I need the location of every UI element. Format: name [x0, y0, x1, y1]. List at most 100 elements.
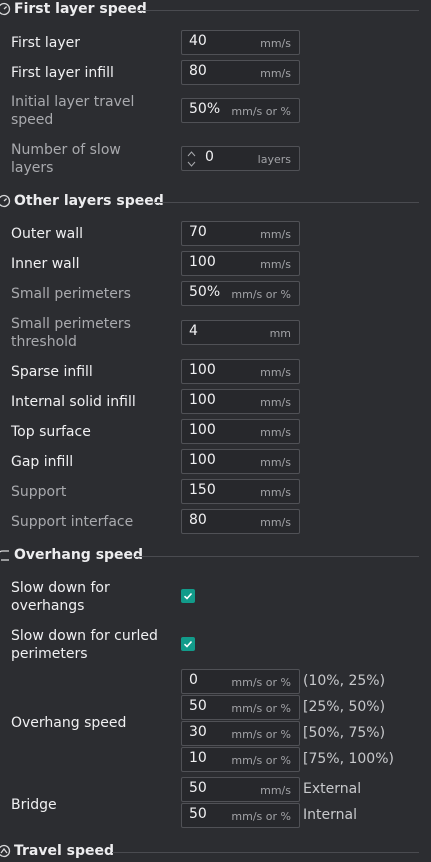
input-value: 70	[189, 224, 207, 240]
label-line-2: layers	[11, 160, 54, 176]
section-divider	[112, 852, 419, 853]
overhang-range-label-3: [50%, 75%)	[303, 725, 386, 741]
label-bridge: Bridge	[11, 797, 57, 813]
label-internal-solid-infill: Internal solid infill	[11, 394, 136, 410]
label-first-layer-infill: First layer infill	[11, 65, 114, 81]
section-header-travel-speed: Travel speed	[0, 842, 431, 862]
input-value: 150	[189, 482, 216, 498]
input-unit: mm/s	[260, 784, 291, 797]
input-value: 10	[189, 750, 207, 766]
label-slow-down-for-overhangs: Slow down for overhangs	[11, 579, 110, 615]
label-line-2: overhangs	[11, 598, 85, 614]
input-unit: mm/s or %	[231, 676, 291, 689]
input-unit: mm/s or %	[231, 702, 291, 715]
input-unit: mm/s or %	[231, 288, 291, 301]
checkmark-icon	[183, 640, 193, 648]
input-unit: mm/s	[260, 426, 291, 439]
input-unit: mm	[269, 327, 291, 340]
overhang-speed-input-4[interactable]: 10 mm/s or %	[181, 747, 300, 772]
overhang-speed-input-1[interactable]: 0 mm/s or %	[181, 669, 300, 694]
input-value: 30	[189, 724, 207, 740]
input-value: 50	[189, 780, 207, 796]
input-unit: mm/s or %	[231, 810, 291, 823]
input-unit: mm/s	[260, 37, 291, 50]
input-value: 50	[189, 698, 207, 714]
travel-speed-icon	[0, 844, 11, 858]
initial-layer-travel-speed-input[interactable]: 50% mm/s or %	[181, 98, 300, 123]
input-unit: mm/s	[260, 396, 291, 409]
label-line-2: perimeters	[11, 646, 88, 662]
speedometer-icon	[0, 2, 11, 16]
slow-down-overhangs-checkbox[interactable]	[181, 589, 195, 603]
inner-wall-speed-input[interactable]: 100 mm/s	[181, 251, 300, 276]
section-header-other-layers-speed: Other layers speed	[0, 192, 431, 212]
label-line-1: Small perimeters	[11, 316, 131, 332]
small-perimeters-threshold-input[interactable]: 4 mm	[181, 320, 300, 345]
bridge-internal-speed-input[interactable]: 50 mm/s or %	[181, 803, 300, 828]
gap-infill-speed-input[interactable]: 100 mm/s	[181, 449, 300, 474]
input-value: 50	[189, 806, 207, 822]
overhang-range-label-2: [25%, 50%)	[303, 699, 386, 715]
overhang-icon	[0, 550, 9, 561]
outer-wall-speed-input[interactable]: 70 mm/s	[181, 221, 300, 246]
input-unit: mm/s	[260, 228, 291, 241]
overhang-speed-input-2[interactable]: 50 mm/s or %	[181, 695, 300, 720]
input-unit: mm/s or %	[231, 105, 291, 118]
label-line-1: Number of slow	[11, 142, 121, 158]
input-value: 50%	[189, 101, 221, 117]
section-header-overhang-speed: Overhang speed	[0, 546, 431, 566]
speedometer-icon	[0, 194, 11, 208]
input-value: 100	[189, 392, 216, 408]
label-top-surface: Top surface	[11, 424, 91, 440]
label-line-2: speed	[11, 112, 54, 128]
label-sparse-infill: Sparse infill	[11, 364, 93, 380]
label-first-layer: First layer	[11, 35, 81, 51]
input-value: 0	[189, 672, 198, 688]
slow-down-curled-perimeters-checkbox[interactable]	[181, 637, 195, 651]
slow-layers-spin-input[interactable]: 0 layers	[181, 146, 300, 171]
input-value: 100	[189, 452, 216, 468]
overhang-range-label-1: (10%, 25%)	[303, 673, 386, 689]
section-header-first-layer-speed: First layer speed	[0, 0, 431, 20]
label-inner-wall: Inner wall	[11, 256, 80, 272]
input-unit: mm/s	[260, 258, 291, 271]
label-outer-wall: Outer wall	[11, 226, 84, 242]
input-unit: layers	[257, 153, 291, 166]
label-gap-infill: Gap infill	[11, 454, 74, 470]
label-number-of-slow-layers: Number of slow layers	[11, 141, 121, 177]
label-support: Support	[11, 484, 67, 500]
input-value: 100	[189, 422, 216, 438]
support-interface-speed-input[interactable]: 80 mm/s	[181, 509, 300, 534]
input-value: 80	[189, 512, 207, 528]
input-value: 4	[189, 323, 198, 339]
first-layer-infill-speed-input[interactable]: 80 mm/s	[181, 60, 300, 85]
input-unit: mm/s or %	[231, 728, 291, 741]
input-value: 100	[189, 362, 216, 378]
small-perimeters-speed-input[interactable]: 50% mm/s or %	[181, 281, 300, 306]
bridge-external-speed-input[interactable]: 50 mm/s	[181, 777, 300, 802]
input-value: 50%	[189, 284, 221, 300]
label-support-interface: Support interface	[11, 514, 134, 530]
spin-arrows-icon[interactable]	[187, 150, 196, 168]
input-unit: mm/s	[260, 486, 291, 499]
sparse-infill-speed-input[interactable]: 100 mm/s	[181, 359, 300, 384]
support-speed-input[interactable]: 150 mm/s	[181, 479, 300, 504]
checkmark-icon	[183, 592, 193, 600]
overhang-speed-input-3[interactable]: 30 mm/s or %	[181, 721, 300, 746]
input-unit: mm/s	[260, 366, 291, 379]
input-value: 0	[205, 149, 214, 165]
first-layer-speed-input[interactable]: 40 mm/s	[181, 30, 300, 55]
label-small-perimeters: Small perimeters	[11, 286, 131, 302]
label-slow-down-for-curled-perimeters: Slow down for curled perimeters	[11, 627, 158, 663]
label-line-1: Initial layer travel	[11, 94, 135, 110]
input-value: 80	[189, 63, 207, 79]
input-unit: mm/s	[260, 516, 291, 529]
top-surface-speed-input[interactable]: 100 mm/s	[181, 419, 300, 444]
label-small-perimeters-threshold: Small perimeters threshold	[11, 315, 131, 351]
overhang-range-label-4: [75%, 100%)	[303, 751, 394, 767]
label-initial-layer-travel-speed: Initial layer travel speed	[11, 93, 134, 129]
section-title: First layer speed	[14, 1, 147, 17]
label-line-1: Slow down for	[11, 580, 110, 596]
label-line-1: Slow down for curled	[11, 628, 158, 644]
internal-solid-infill-speed-input[interactable]: 100 mm/s	[181, 389, 300, 414]
